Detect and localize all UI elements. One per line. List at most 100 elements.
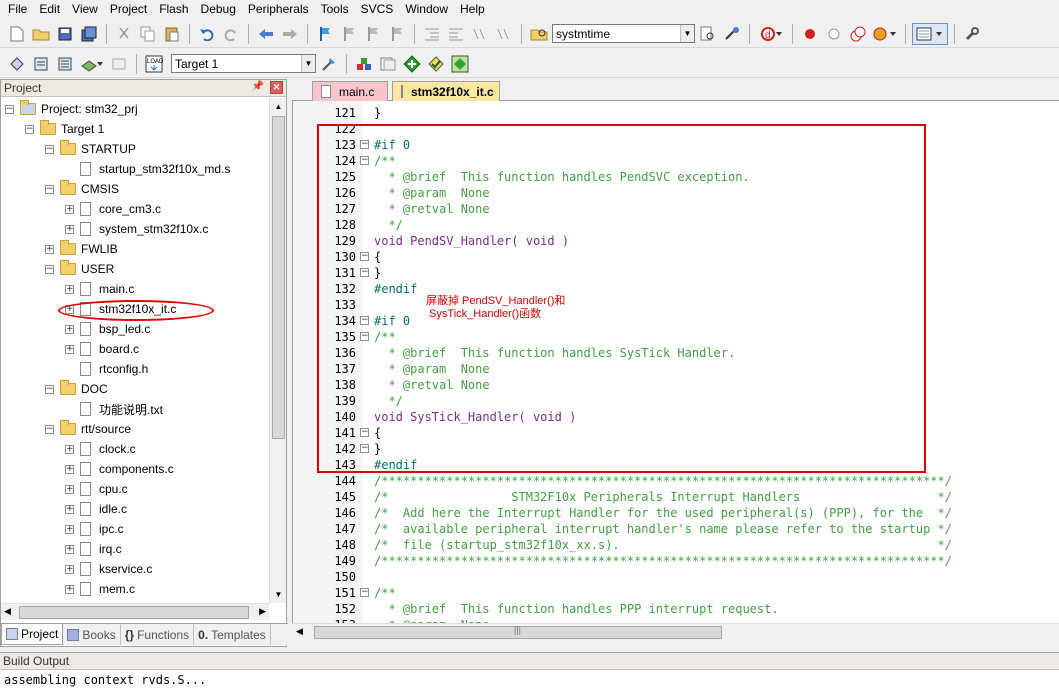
- tree-file-item[interactable]: + ipc.c: [65, 519, 124, 539]
- copy-icon[interactable]: [137, 23, 159, 45]
- collapse-icon[interactable]: −: [25, 124, 34, 134]
- menu-flash[interactable]: Flash: [153, 0, 194, 19]
- expand-icon[interactable]: +: [65, 444, 74, 454]
- scroll-right-icon[interactable]: ▶: [259, 606, 266, 617]
- tab-project[interactable]: Project: [1, 624, 64, 645]
- scroll-down-icon[interactable]: ▼: [270, 586, 287, 603]
- tab-books[interactable]: Books: [63, 624, 121, 645]
- next-bookmark-icon[interactable]: [362, 23, 384, 45]
- expand-icon[interactable]: +: [65, 524, 74, 534]
- find-in-files-icon[interactable]: [528, 23, 550, 45]
- tree-file-item[interactable]: + main.c: [65, 279, 134, 299]
- pin-icon[interactable]: 📌: [252, 81, 264, 92]
- expand-icon[interactable]: +: [65, 564, 74, 574]
- scroll-up-icon[interactable]: ▲: [270, 98, 287, 115]
- open-folder-icon[interactable]: [30, 23, 52, 45]
- expand-icon[interactable]: +: [65, 504, 74, 514]
- tree-file-item[interactable]: + board.c: [65, 339, 139, 359]
- menu-help[interactable]: Help: [454, 0, 491, 19]
- rte-icon[interactable]: [449, 53, 471, 75]
- expand-icon[interactable]: +: [65, 344, 74, 354]
- tree-file-item[interactable]: + core_cm3.c: [65, 199, 161, 219]
- paste-icon[interactable]: [161, 23, 183, 45]
- stop-build-icon[interactable]: [108, 53, 130, 75]
- chevron-down-icon[interactable]: ▼: [301, 55, 315, 72]
- collapse-icon[interactable]: −: [45, 184, 54, 194]
- tab-functions[interactable]: {} Functions: [121, 624, 195, 645]
- tree-group-item[interactable]: + FWLIB: [45, 239, 118, 259]
- menu-svcs[interactable]: SVCS: [355, 0, 400, 19]
- expand-icon[interactable]: +: [65, 544, 74, 554]
- menu-peripherals[interactable]: Peripherals: [242, 0, 315, 19]
- menu-window[interactable]: Window: [399, 0, 454, 19]
- download-icon[interactable]: LOAD: [143, 53, 165, 75]
- bookmark-icon[interactable]: [314, 23, 336, 45]
- tree-file-item[interactable]: +功能说明.txt: [65, 399, 163, 419]
- build-icon[interactable]: [30, 53, 52, 75]
- find-combo[interactable]: systmtime ▼: [552, 24, 695, 43]
- undo-icon[interactable]: [196, 23, 218, 45]
- tree-file-item[interactable]: + clock.c: [65, 439, 136, 459]
- menu-tools[interactable]: Tools: [315, 0, 355, 19]
- select-software-packs-icon[interactable]: [425, 53, 447, 75]
- target-combo[interactable]: Target 1 ▼: [171, 54, 316, 73]
- incremental-find-icon[interactable]: [721, 23, 743, 45]
- tab-main-c[interactable]: main.c: [312, 81, 388, 101]
- editor-horizontal-scrollbar[interactable]: ◀ |||: [292, 623, 1059, 640]
- tree-group-item[interactable]: − Project: stm32_prj: [5, 99, 138, 119]
- translate-icon[interactable]: [6, 53, 28, 75]
- window-layout-icon[interactable]: [912, 22, 948, 45]
- tree-group-item[interactable]: − Target 1: [25, 119, 104, 139]
- fold-icon[interactable]: −: [360, 588, 369, 597]
- menu-project[interactable]: Project: [104, 0, 153, 19]
- tree-file-item[interactable]: + mem.c: [65, 579, 135, 599]
- tab-stm32f10x-it-c[interactable]: stm32f10x_it.c: [392, 81, 500, 101]
- scroll-left-icon[interactable]: ◀: [296, 626, 303, 637]
- tree-group-item[interactable]: − STARTUP: [45, 139, 136, 159]
- cut-icon[interactable]: [113, 23, 135, 45]
- tree-file-item[interactable]: + kservice.c: [65, 559, 152, 579]
- collapse-icon[interactable]: −: [45, 384, 54, 394]
- disable-all-breakpoints-icon[interactable]: [847, 23, 869, 45]
- nav-forward-icon[interactable]: [279, 23, 301, 45]
- tree-group-item[interactable]: − CMSIS: [45, 179, 119, 199]
- expand-icon[interactable]: +: [65, 284, 74, 294]
- expand-icon[interactable]: +: [65, 204, 74, 214]
- expand-icon[interactable]: +: [65, 464, 74, 474]
- code-editor[interactable]: 121} 122 123− #if 0 124−/** 125 * @brief This…: [292, 101, 1059, 623]
- comment-icon[interactable]: [469, 23, 491, 45]
- save-icon[interactable]: [54, 23, 76, 45]
- tree-file-item[interactable]: + bsp_led.c: [65, 319, 150, 339]
- tree-file-item[interactable]: + components.c: [65, 459, 174, 479]
- tree-file-item[interactable]: +startup_stm32f10x_md.s: [65, 159, 230, 179]
- tab-templates[interactable]: 0. Templates: [194, 624, 271, 645]
- manage-components-icon[interactable]: [353, 53, 375, 75]
- tree-file-item[interactable]: + idle.c: [65, 499, 127, 519]
- menu-edit[interactable]: Edit: [33, 0, 66, 19]
- menu-view[interactable]: View: [66, 0, 104, 19]
- tree-file-item[interactable]: + cpu.c: [65, 479, 128, 499]
- nav-back-icon[interactable]: [255, 23, 277, 45]
- tree-file-item[interactable]: +rtconfig.h: [65, 359, 148, 379]
- indent-icon[interactable]: [421, 23, 443, 45]
- tree-file-item[interactable]: + irq.c: [65, 539, 122, 559]
- redo-icon[interactable]: [220, 23, 242, 45]
- find-icon[interactable]: [697, 23, 719, 45]
- clear-bookmarks-icon[interactable]: [386, 23, 408, 45]
- collapse-icon[interactable]: −: [45, 264, 54, 274]
- tree-vertical-scrollbar[interactable]: ▲ ▼: [269, 98, 286, 603]
- batch-build-icon[interactable]: [78, 53, 106, 75]
- configure-icon[interactable]: [961, 23, 983, 45]
- expand-icon[interactable]: +: [65, 484, 74, 494]
- new-file-icon[interactable]: [6, 23, 28, 45]
- collapse-icon[interactable]: −: [45, 424, 54, 434]
- chevron-down-icon[interactable]: ▼: [680, 25, 694, 42]
- debug-session-icon[interactable]: d: [756, 23, 786, 45]
- tree-file-item[interactable]: + system_stm32f10x.c: [65, 219, 208, 239]
- tree-horizontal-scrollbar[interactable]: ◀ ▶: [1, 603, 269, 620]
- expand-icon[interactable]: +: [65, 224, 74, 234]
- collapse-icon[interactable]: −: [5, 104, 14, 114]
- scrollbar-thumb[interactable]: [19, 606, 249, 619]
- rebuild-icon[interactable]: [54, 53, 76, 75]
- tree-group-item[interactable]: − USER: [45, 259, 114, 279]
